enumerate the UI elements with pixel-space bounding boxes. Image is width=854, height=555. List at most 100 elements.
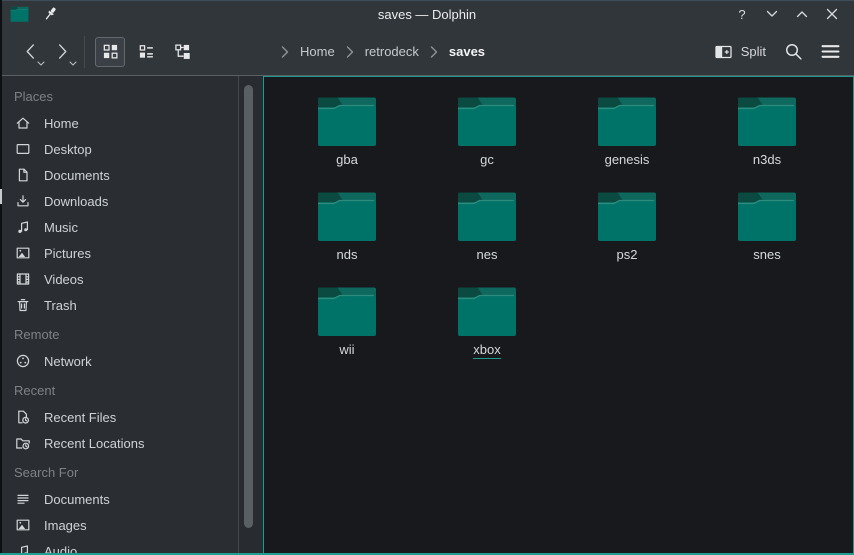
section-header-recent: Recent — [0, 378, 238, 404]
sidebar-item-downloads[interactable]: Downloads — [0, 188, 238, 214]
sidebar-item-label: Network — [44, 354, 92, 369]
sidebar-item-recent-locations[interactable]: Recent Locations — [0, 430, 238, 456]
compact-view-button[interactable] — [131, 37, 161, 67]
breadcrumb: Home retrodeck saves — [281, 44, 485, 59]
sidebar-item-videos[interactable]: Videos — [0, 266, 238, 292]
minimize-button[interactable] — [760, 3, 784, 25]
folder-grid: gba gc genesis n3ds nds nes ps2 snes wii… — [277, 86, 853, 371]
folder-item-nds[interactable]: nds — [277, 181, 417, 276]
folder-label: gba — [336, 152, 358, 167]
sidebar-item-label: Documents — [44, 492, 110, 507]
teal-folder-icon — [457, 190, 517, 242]
teal-folder-icon — [597, 190, 657, 242]
sidebar-item-label: Recent Locations — [44, 436, 144, 451]
icons-view-button[interactable] — [95, 37, 125, 67]
chevron-right-icon[interactable] — [346, 46, 354, 58]
breadcrumb-retrodeck[interactable]: retrodeck — [365, 44, 419, 59]
sidebar-item-label: Documents — [44, 168, 110, 183]
sidebar-item-home[interactable]: Home — [0, 110, 238, 136]
chevron-right-icon — [55, 42, 70, 61]
recent-folder-clock-icon — [15, 435, 31, 451]
sidebar-item-label: Videos — [44, 272, 84, 287]
recent-file-clock-icon — [15, 409, 31, 425]
maximize-button[interactable] — [790, 3, 814, 25]
sidebar-scrollbar-track[interactable] — [239, 76, 263, 555]
folder-item-gc[interactable]: gc — [417, 86, 557, 181]
sidebar-item-label: Downloads — [44, 194, 108, 209]
document-icon — [15, 167, 31, 183]
folder-label: n3ds — [753, 152, 781, 167]
chevron-down-icon — [766, 10, 778, 18]
folder-label: gc — [480, 152, 494, 167]
sidebar-item-search-documents[interactable]: Documents — [0, 486, 238, 512]
section-header-places: Places — [0, 84, 238, 110]
download-icon — [15, 193, 31, 209]
section-header-remote: Remote — [0, 322, 238, 348]
toolbar-separator — [84, 36, 85, 68]
teal-folder-icon — [317, 285, 377, 337]
hamburger-menu-icon[interactable] — [821, 44, 840, 59]
breadcrumb-home[interactable]: Home — [300, 44, 335, 59]
titlebar[interactable]: saves — Dolphin ? — [0, 0, 854, 28]
section-header-search-for: Search For — [0, 460, 238, 486]
sidebar-item-label: Recent Files — [44, 410, 116, 425]
desktop-icon — [15, 141, 31, 157]
chevron-right-icon[interactable] — [281, 46, 289, 58]
chevron-right-icon[interactable] — [430, 46, 438, 58]
folder-label: snes — [753, 247, 780, 262]
folder-item-gba[interactable]: gba — [277, 86, 417, 181]
sidebar-item-trash[interactable]: Trash — [0, 292, 238, 318]
chevron-up-icon — [796, 10, 808, 18]
image-icon — [15, 245, 31, 261]
search-icon[interactable] — [784, 42, 803, 61]
folder-item-nes[interactable]: nes — [417, 181, 557, 276]
teal-folder-icon — [737, 95, 797, 147]
music-note-icon — [15, 543, 31, 555]
folder-label: nds — [337, 247, 358, 262]
split-button[interactable]: Split — [714, 44, 766, 60]
music-note-icon — [15, 219, 31, 235]
sidebar-item-network[interactable]: Network — [0, 348, 238, 374]
chevron-left-icon — [23, 42, 38, 61]
sidebar-item-search-images[interactable]: Images — [0, 512, 238, 538]
teal-folder-icon — [317, 190, 377, 242]
split-view-icon — [714, 44, 733, 60]
sidebar-item-label: Music — [44, 220, 78, 235]
film-icon — [15, 271, 31, 287]
teal-folder-icon — [317, 95, 377, 147]
compact-view-icon — [138, 43, 155, 60]
image-icon — [15, 517, 31, 533]
dolphin-window: saves — Dolphin ? Home retrodeck saves — [0, 0, 854, 555]
places-panel: Places Home Desktop Documents Downloads … — [0, 76, 263, 555]
home-icon — [15, 115, 31, 131]
folder-item-genesis[interactable]: genesis — [557, 86, 697, 181]
sidebar-scrollbar-handle[interactable] — [244, 85, 253, 528]
tree-view-button[interactable] — [167, 37, 197, 67]
breadcrumb-saves[interactable]: saves — [449, 44, 485, 59]
panel-edge-handle — [0, 189, 2, 204]
folder-label: ps2 — [617, 247, 638, 262]
sidebar-item-recent-files[interactable]: Recent Files — [0, 404, 238, 430]
caret-down-icon — [37, 61, 45, 66]
text-lines-icon — [15, 491, 31, 507]
sidebar-item-pictures[interactable]: Pictures — [0, 240, 238, 266]
help-button[interactable]: ? — [730, 3, 754, 25]
folder-label: nes — [477, 247, 498, 262]
tree-view-icon — [174, 43, 191, 60]
sidebar-item-search-audio[interactable]: Audio — [0, 538, 238, 555]
back-button[interactable] — [14, 36, 46, 68]
sidebar-item-desktop[interactable]: Desktop — [0, 136, 238, 162]
folder-view[interactable]: gba gc genesis n3ds nds nes ps2 snes wii… — [263, 76, 854, 555]
sidebar-item-label: Images — [44, 518, 87, 533]
folder-item-ps2[interactable]: ps2 — [557, 181, 697, 276]
pin-icon[interactable] — [43, 6, 59, 22]
folder-item-snes[interactable]: snes — [697, 181, 837, 276]
folder-item-xbox[interactable]: xbox — [417, 276, 557, 371]
close-button[interactable] — [820, 3, 844, 25]
sidebar-item-documents[interactable]: Documents — [0, 162, 238, 188]
forward-button[interactable] — [46, 36, 78, 68]
folder-item-n3ds[interactable]: n3ds — [697, 86, 837, 181]
folder-item-wii[interactable]: wii — [277, 276, 417, 371]
caret-down-icon — [69, 61, 77, 66]
sidebar-item-music[interactable]: Music — [0, 214, 238, 240]
